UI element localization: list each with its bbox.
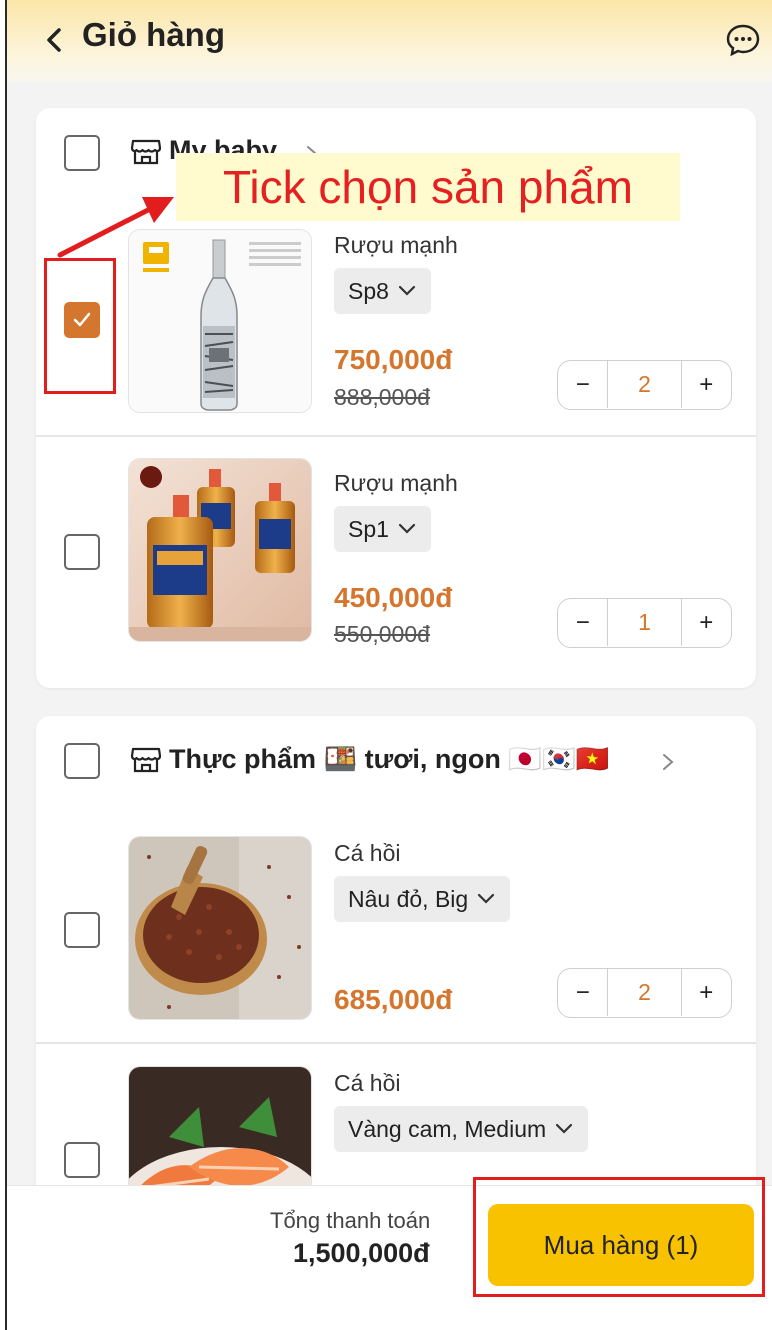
item-price: 450,000đ [334,582,453,613]
item-category: Rượu mạnh [334,470,458,496]
decrease-button[interactable]: − [558,361,607,408]
decrease-button[interactable]: − [558,599,607,646]
chevron-down-icon [478,893,495,904]
chevron-down-icon [398,523,416,534]
flax-seed-image [129,837,311,1019]
increase-button[interactable]: + [682,361,731,408]
quantity-stepper: − 2 + [557,968,732,1018]
item-price: 750,000đ [334,344,453,375]
annotation-label: Tick chọn sản phẩm [176,153,680,221]
increase-button[interactable]: + [682,599,731,646]
chevron-left-icon[interactable] [41,26,69,54]
arrow-icon [57,197,174,258]
item-old-price: 888,000đ [334,384,430,410]
item-price: 685,000đ [334,984,453,1015]
highlight-box-checkbox [44,258,116,394]
store-icon [130,747,162,773]
variant-label: Sp8 [348,277,389,304]
item-checkbox[interactable] [64,912,100,948]
whisky-bottles-image [129,459,311,641]
item-checkbox[interactable] [64,1142,100,1178]
shop-name[interactable]: Thực phẩm 🍱 tươi, ngon 🇯🇵🇰🇷🇻🇳 [169,743,609,775]
item-old-price: 550,000đ [334,621,430,647]
cart-item: Cá hồi Nâu đỏ, Big 685,000đ − 2 + [36,836,756,1032]
variant-label: Sp1 [348,515,389,542]
variant-select[interactable]: Sp1 [334,506,431,552]
decrease-button[interactable]: − [558,969,607,1016]
item-checkbox[interactable] [64,534,100,570]
shop-header: Thực phẩm 🍱 tươi, ngon 🇯🇵🇰🇷🇻🇳 [36,716,756,806]
variant-select[interactable]: Vàng cam, Medium [334,1106,589,1152]
total-amount: 1,500,000đ [293,1238,430,1268]
divider [36,435,756,437]
cart-item: Rượu mạnh Sp1 450,000đ 550,000đ − 1 + [36,458,756,658]
quantity-stepper: − 2 + [557,360,732,410]
quantity-stepper: − 1 + [557,598,732,648]
chevron-down-icon [556,1123,573,1134]
item-category: Cá hồi [334,840,401,866]
quantity-value[interactable]: 1 [607,599,682,646]
shop-checkbox[interactable] [64,743,100,779]
increase-button[interactable]: + [682,969,731,1016]
product-image[interactable] [128,458,312,642]
store-icon [130,139,162,165]
total-label: Tổng thanh toán [270,1208,431,1233]
page-title: Giỏ hàng [82,16,225,53]
variant-label: Vàng cam, Medium [348,1115,547,1142]
variant-select[interactable]: Sp8 [334,268,431,314]
shop-checkbox[interactable] [64,135,100,171]
header: Giỏ hàng [7,0,772,82]
variant-label: Nâu đỏ, Big [348,885,469,912]
item-category: Cá hồi [334,1070,401,1096]
chevron-right-icon[interactable] [660,752,676,772]
divider [36,1042,756,1044]
quantity-value[interactable]: 2 [607,361,682,408]
left-border [0,0,7,1330]
chevron-down-icon [398,285,416,296]
variant-select[interactable]: Nâu đỏ, Big [334,876,511,922]
quantity-value[interactable]: 2 [607,969,682,1016]
item-category: Rượu mạnh [334,232,458,258]
product-image[interactable] [128,836,312,1020]
highlight-box-buy [473,1177,765,1297]
chat-bubble-icon[interactable] [725,22,761,58]
